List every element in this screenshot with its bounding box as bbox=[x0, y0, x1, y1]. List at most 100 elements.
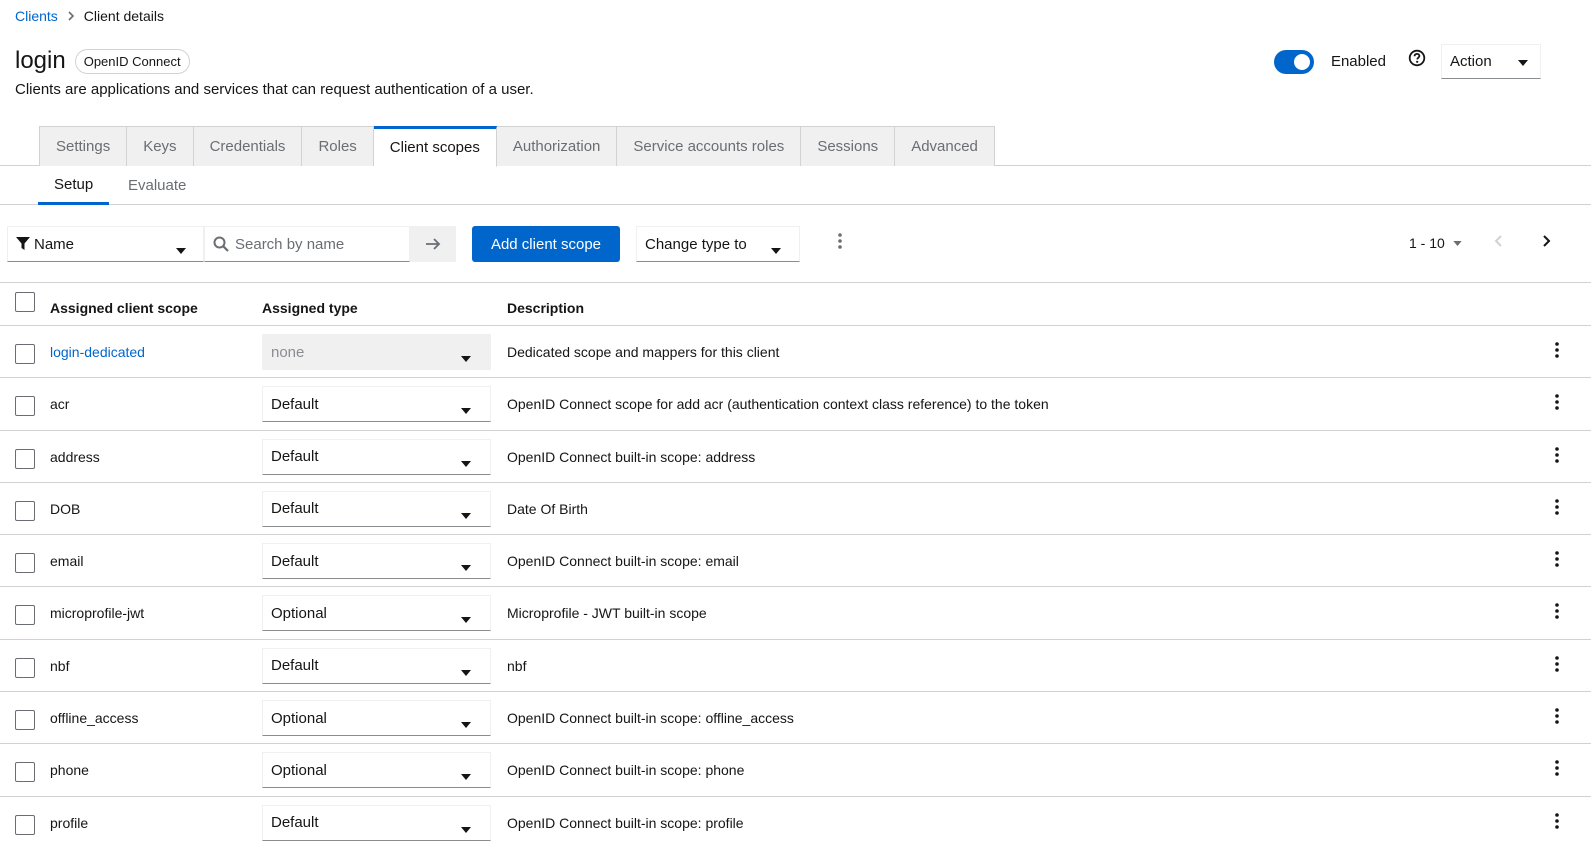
scope-name[interactable]: login-dedicated bbox=[50, 344, 145, 360]
tab-roles[interactable]: Roles bbox=[302, 126, 374, 166]
scope-name: offline_access bbox=[50, 710, 139, 727]
caret-down-icon bbox=[461, 506, 471, 523]
assigned-type-select[interactable]: Default bbox=[262, 490, 491, 527]
table-row: DOB Default Date Of Birth bbox=[0, 483, 1591, 536]
scope-name: phone bbox=[50, 762, 89, 779]
tab-advanced[interactable]: Advanced bbox=[895, 126, 995, 166]
assigned-type-value: Default bbox=[271, 395, 319, 413]
assigned-type-select[interactable]: Optional bbox=[262, 700, 491, 737]
assigned-type-select[interactable]: Optional bbox=[262, 595, 491, 632]
row-checkbox[interactable] bbox=[15, 710, 35, 731]
scope-name: nbf bbox=[50, 657, 70, 674]
scope-name: microprofile-jwt bbox=[50, 605, 145, 622]
row-checkbox[interactable] bbox=[15, 396, 35, 417]
assigned-type-value: none bbox=[271, 343, 305, 361]
breadcrumb-clients-link[interactable]: Clients bbox=[15, 8, 58, 24]
row-checkbox[interactable] bbox=[15, 762, 35, 783]
assigned-type-value: Optional bbox=[271, 709, 327, 727]
assigned-type-select[interactable]: Default bbox=[262, 386, 491, 423]
row-checkbox[interactable] bbox=[15, 448, 35, 469]
change-type-dropdown[interactable]: Change type to bbox=[636, 226, 800, 262]
row-checkbox[interactable] bbox=[15, 814, 35, 835]
subtab-setup[interactable]: Setup bbox=[38, 166, 110, 205]
assigned-type-select[interactable]: Default bbox=[262, 804, 491, 841]
select-all-checkbox[interactable] bbox=[15, 292, 35, 312]
row-checkbox[interactable] bbox=[15, 657, 35, 678]
action-dropdown[interactable]: Action bbox=[1441, 44, 1541, 79]
tab-client-scopes[interactable]: Client scopes bbox=[373, 126, 497, 167]
assigned-type-select[interactable]: Default bbox=[262, 647, 491, 684]
caret-down-icon bbox=[1518, 53, 1528, 70]
table-toolbar: Name Add client scope Change type to 1 -… bbox=[0, 225, 1591, 262]
caret-down-icon bbox=[461, 820, 471, 837]
enabled-toggle[interactable] bbox=[1273, 49, 1314, 74]
assigned-type-select[interactable]: Default bbox=[262, 438, 491, 475]
scope-name: email bbox=[50, 553, 84, 570]
search-submit-button[interactable] bbox=[410, 226, 456, 262]
chevron-left-icon[interactable] bbox=[1494, 234, 1504, 253]
row-kebab-icon[interactable] bbox=[1549, 499, 1565, 519]
row-kebab-icon[interactable] bbox=[1549, 551, 1565, 571]
caret-down-icon bbox=[461, 349, 471, 366]
table-row: nbf Default nbf bbox=[0, 640, 1591, 693]
caret-down-icon bbox=[461, 715, 471, 732]
column-header-type[interactable]: Assigned type bbox=[262, 300, 358, 316]
table-body: login-dedicated none Dedicated scope and m… bbox=[0, 326, 1591, 841]
row-kebab-icon[interactable] bbox=[1549, 812, 1565, 833]
table-row: offline_access Optional OpenID Connect bui… bbox=[0, 692, 1591, 745]
chevron-right-icon[interactable] bbox=[1541, 234, 1551, 253]
table-row: login-dedicated none Dedicated scope and m… bbox=[0, 326, 1591, 379]
row-kebab-icon[interactable] bbox=[1549, 708, 1565, 728]
caret-down-icon bbox=[461, 610, 471, 627]
scope-description: OpenID Connect built-in scope: profile bbox=[507, 814, 744, 831]
assigned-type-select[interactable]: Optional bbox=[262, 752, 491, 789]
column-header-description: Description bbox=[507, 300, 585, 316]
tab-keys[interactable]: Keys bbox=[127, 126, 194, 166]
toolbar-kebab-icon[interactable] bbox=[832, 233, 848, 253]
assigned-type-select[interactable]: Default bbox=[262, 543, 491, 580]
row-kebab-icon[interactable] bbox=[1549, 655, 1565, 676]
title-row: login OpenID Connect bbox=[15, 47, 190, 75]
assigned-type-value: Default bbox=[271, 500, 319, 518]
tab-sessions[interactable]: Sessions bbox=[801, 126, 896, 166]
subtab-evaluate[interactable]: Evaluate bbox=[112, 166, 202, 205]
caret-down-icon bbox=[461, 558, 471, 575]
page-subtitle: Clients are applications and services th… bbox=[15, 81, 534, 98]
toggle-knob bbox=[1293, 53, 1310, 70]
row-kebab-icon[interactable] bbox=[1549, 760, 1565, 780]
row-checkbox[interactable] bbox=[15, 605, 35, 626]
table-row: phone Optional OpenID Connect built-in sco… bbox=[0, 744, 1591, 797]
action-label: Action bbox=[1450, 53, 1492, 70]
search-input[interactable] bbox=[235, 235, 405, 253]
row-checkbox[interactable] bbox=[15, 500, 35, 521]
pagination-range: 1 - 10 bbox=[1409, 235, 1445, 251]
row-kebab-icon[interactable] bbox=[1549, 394, 1565, 414]
caret-down-icon bbox=[1453, 240, 1462, 246]
tab-authorization[interactable]: Authorization bbox=[496, 126, 618, 166]
page-title: login bbox=[15, 47, 66, 74]
breadcrumb-current: Client details bbox=[83, 8, 164, 24]
column-header-name[interactable]: Assigned client scope bbox=[50, 300, 198, 316]
row-kebab-icon[interactable] bbox=[1549, 342, 1565, 362]
table-row: email Default OpenID Connect built-in scop… bbox=[0, 535, 1591, 588]
add-client-scope-button[interactable]: Add client scope bbox=[472, 226, 620, 262]
row-checkbox[interactable] bbox=[15, 553, 35, 574]
assigned-type-value: Optional bbox=[271, 604, 327, 622]
client-scopes-table: Assigned client scope Assigned type Desc… bbox=[0, 282, 1591, 841]
tab-credentials[interactable]: Credentials bbox=[193, 126, 303, 166]
scope-name: profile bbox=[50, 814, 89, 831]
tab-service-accounts-roles[interactable]: Service accounts roles bbox=[617, 126, 802, 166]
scope-description: OpenID Connect built-in scope: phone bbox=[507, 762, 745, 779]
filter-attribute-select[interactable]: Name bbox=[7, 226, 204, 262]
row-kebab-icon[interactable] bbox=[1549, 446, 1565, 467]
client-scopes-subtabs: Setup Evaluate bbox=[0, 166, 1591, 205]
row-kebab-icon[interactable] bbox=[1549, 603, 1565, 623]
row-checkbox[interactable] bbox=[15, 344, 35, 364]
filter-icon bbox=[16, 237, 30, 251]
help-icon[interactable] bbox=[1408, 49, 1426, 67]
chevron-right-icon bbox=[67, 11, 75, 21]
tab-settings[interactable]: Settings bbox=[39, 126, 128, 166]
pagination-toggle[interactable]: 1 - 10 bbox=[1409, 235, 1462, 251]
breadcrumb: Clients Client details bbox=[15, 8, 164, 24]
table-row: address Default OpenID Connect built-in sc… bbox=[0, 431, 1591, 483]
